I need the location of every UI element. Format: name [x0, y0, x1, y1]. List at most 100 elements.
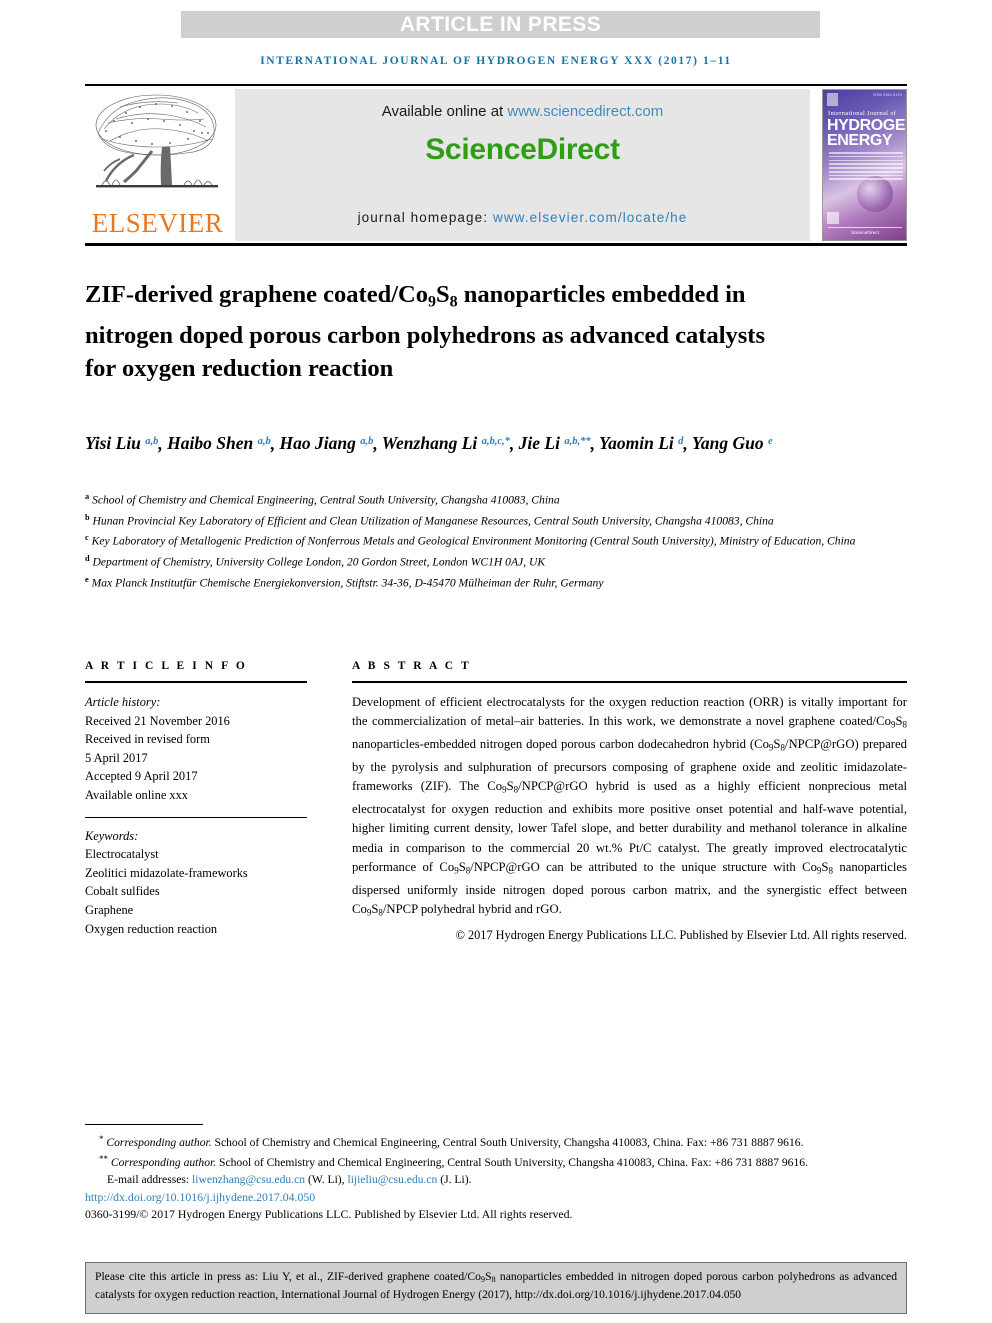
author-separator: ,	[590, 433, 600, 454]
cover-hek-logo	[827, 212, 839, 224]
article-history-item: Available online xxx	[85, 787, 188, 802]
sciencedirect-masthead: Available online at www.sciencedirect.co…	[235, 89, 810, 241]
author-affiliation-marks: e	[768, 436, 773, 447]
journal-running-head: INTERNATIONAL JOURNAL OF HYDROGEN ENERGY…	[260, 55, 732, 67]
affiliation-item: c Key Laboratory of Metallogenic Predict…	[85, 529, 875, 550]
email-link-1[interactable]: liwenzhang@csu.edu.cn	[192, 1173, 305, 1186]
corresponding-author-mark: *	[99, 1134, 104, 1144]
author-affiliation-marks: a,b	[145, 436, 159, 447]
corresponding-author-note: ** Corresponding author. School of Chemi…	[85, 1151, 907, 1171]
available-online-line: Available online at www.sciencedirect.co…	[235, 103, 810, 120]
cover-editor-lines	[829, 152, 903, 182]
issn-copyright-line: 0360-3199/© 2017 Hydrogen Energy Publica…	[85, 1207, 573, 1222]
author-name: Jie Li	[518, 433, 560, 454]
cover-footer-wordmark: ScienceDirect	[828, 227, 902, 235]
author-item[interactable]: Yang Guo e	[692, 433, 773, 453]
affiliation-mark: a	[85, 492, 90, 501]
affiliation-item: d Department of Chemistry, University Co…	[85, 550, 875, 571]
cite-this-article-text: Please cite this article in press as: Li…	[95, 1269, 897, 1303]
article-history-item: 5 April 2017	[85, 750, 148, 765]
article-history-label: Article history:	[85, 695, 161, 709]
author-list: Yisi Liu a,b, Haibo Shen a,b, Hao Jiang …	[85, 429, 875, 456]
email-owner-1: (W. Li),	[305, 1172, 348, 1186]
cover-logo-box	[827, 93, 838, 106]
affiliation-text: Hunan Provincial Key Laboratory of Effic…	[92, 514, 774, 528]
abstract-section: A B S T R A C T Development of efficient…	[352, 660, 907, 946]
cover-issn-code: ISSN 0360-3199	[872, 93, 902, 97]
journal-homepage-link[interactable]: www.elsevier.com/locate/he	[493, 210, 687, 225]
abstract-copyright: © 2017 Hydrogen Energy Publications LLC.…	[455, 928, 907, 943]
article-history-item: Received 21 November 2016	[85, 713, 230, 728]
corresponding-author-mark: **	[99, 1154, 108, 1165]
affiliation-mark: e	[85, 574, 89, 584]
article-history-item: Received in revised form	[85, 732, 210, 747]
keyword-item[interactable]: Graphene	[85, 901, 307, 920]
sciencedirect-url-link[interactable]: www.sciencedirect.com	[507, 103, 663, 120]
author-separator: ,	[158, 433, 168, 454]
email-addresses-label: E-mail addresses:	[107, 1172, 192, 1186]
corresponding-author-lead: Corresponding author.	[106, 1136, 212, 1150]
article-history-item: Accepted 9 April 2017	[85, 769, 198, 784]
author-item[interactable]: Wenzhang Li a,b,c,*	[382, 433, 510, 453]
author-item[interactable]: Hao Jiang a,b	[280, 433, 374, 453]
title-mid-s: S	[435, 281, 450, 309]
affiliation-text: Max Planck Institutfür Chemische Energie…	[91, 576, 604, 590]
sciencedirect-logo[interactable]: ScienceDirect	[235, 133, 810, 167]
journal-homepage-line: journal homepage: www.elsevier.com/locat…	[235, 210, 810, 225]
cover-title-energy: ENERGY	[827, 132, 893, 149]
doi-link[interactable]: http://dx.doi.org/10.1016/j.ijhydene.201…	[85, 1189, 907, 1205]
author-name: Yaomin Li	[599, 433, 674, 454]
article-in-press-banner: ARTICLE IN PRESS	[181, 11, 820, 38]
journal-homepage-prefix: journal homepage:	[357, 210, 493, 225]
author-name: Hao Jiang	[279, 433, 356, 454]
title-sub-8: 8	[449, 293, 458, 311]
elsevier-logo: ELSEVIER	[90, 89, 225, 241]
author-name: Yang Guo	[691, 433, 764, 454]
author-affiliation-marks: a,b	[360, 436, 374, 447]
affiliation-item: a School of Chemistry and Chemical Engin…	[85, 488, 875, 509]
affiliation-list: a School of Chemistry and Chemical Engin…	[85, 488, 875, 591]
affiliation-item: e Max Planck Institutfür Chemische Energ…	[85, 571, 875, 592]
email-addresses-note: E-mail addresses: liwenzhang@csu.edu.cn …	[85, 1172, 907, 1188]
author-item[interactable]: Yaomin Li d	[599, 433, 683, 453]
email-owner-2: (J. Li).	[437, 1172, 472, 1186]
author-item[interactable]: Yisi Liu a,b	[85, 433, 158, 453]
author-affiliation-marks: a,b,c,*	[481, 436, 510, 447]
abstract-text: Development of efficient electrocatalyst…	[352, 695, 907, 918]
keyword-item[interactable]: Cobalt sulfides	[85, 882, 307, 901]
author-affiliation-marks: a,b	[257, 436, 271, 447]
abstract-heading: A B S T R A C T	[352, 660, 472, 672]
author-name: Wenzhang Li	[381, 433, 478, 454]
affiliation-mark: c	[85, 533, 89, 543]
affiliation-item: b Hunan Provincial Key Laboratory of Eff…	[85, 509, 875, 530]
keyword-item[interactable]: Oxygen reduction reaction	[85, 920, 307, 939]
author-item[interactable]: Jie Li a,b,**	[519, 433, 591, 453]
keywords-divider	[85, 816, 307, 818]
author-item[interactable]: Haibo Shen a,b	[167, 433, 271, 453]
title-part1: ZIF-derived graphene coated/Co	[85, 281, 428, 309]
corresponding-author-lead: Corresponding author.	[110, 1156, 217, 1170]
author-name: Yisi Liu	[85, 433, 141, 454]
affiliation-text: Department of Chemistry, University Coll…	[92, 555, 546, 569]
affiliation-text: Key Laboratory of Metallogenic Predictio…	[91, 534, 856, 548]
available-online-prefix: Available online at	[381, 103, 508, 120]
keywords-label: Keywords:	[85, 828, 139, 843]
page-title: ZIF-derived graphene coated/Co9S8 nanopa…	[85, 278, 785, 384]
keyword-item[interactable]: Electrocatalyst	[85, 845, 307, 864]
article-info-heading: A R T I C L E I N F O	[85, 660, 248, 672]
author-separator: ,	[270, 433, 280, 454]
article-first-page: ARTICLE IN PRESS INTERNATIONAL JOURNAL O…	[0, 0, 992, 1323]
masthead-top-rule	[85, 84, 907, 86]
author-separator: ,	[509, 433, 519, 454]
keyword-item[interactable]: Zeolitici midazolate-frameworks	[85, 864, 307, 883]
title-sub-9: 9	[427, 293, 436, 311]
author-affiliation-marks: a,b,**	[564, 436, 591, 447]
masthead-bottom-rule	[85, 243, 907, 246]
elsevier-tree-icon	[95, 94, 218, 188]
journal-cover-thumbnail[interactable]: ISSN 0360-3199 International Journal of …	[822, 89, 907, 241]
cite-part1: Please cite this article in press as: Li…	[95, 1270, 481, 1283]
article-in-press-label: ARTICLE IN PRESS	[399, 12, 602, 36]
email-link-2[interactable]: lijieliu@csu.edu.cn	[347, 1173, 437, 1186]
affiliation-text: School of Chemistry and Chemical Enginee…	[92, 493, 560, 507]
author-separator: ,	[683, 433, 692, 454]
